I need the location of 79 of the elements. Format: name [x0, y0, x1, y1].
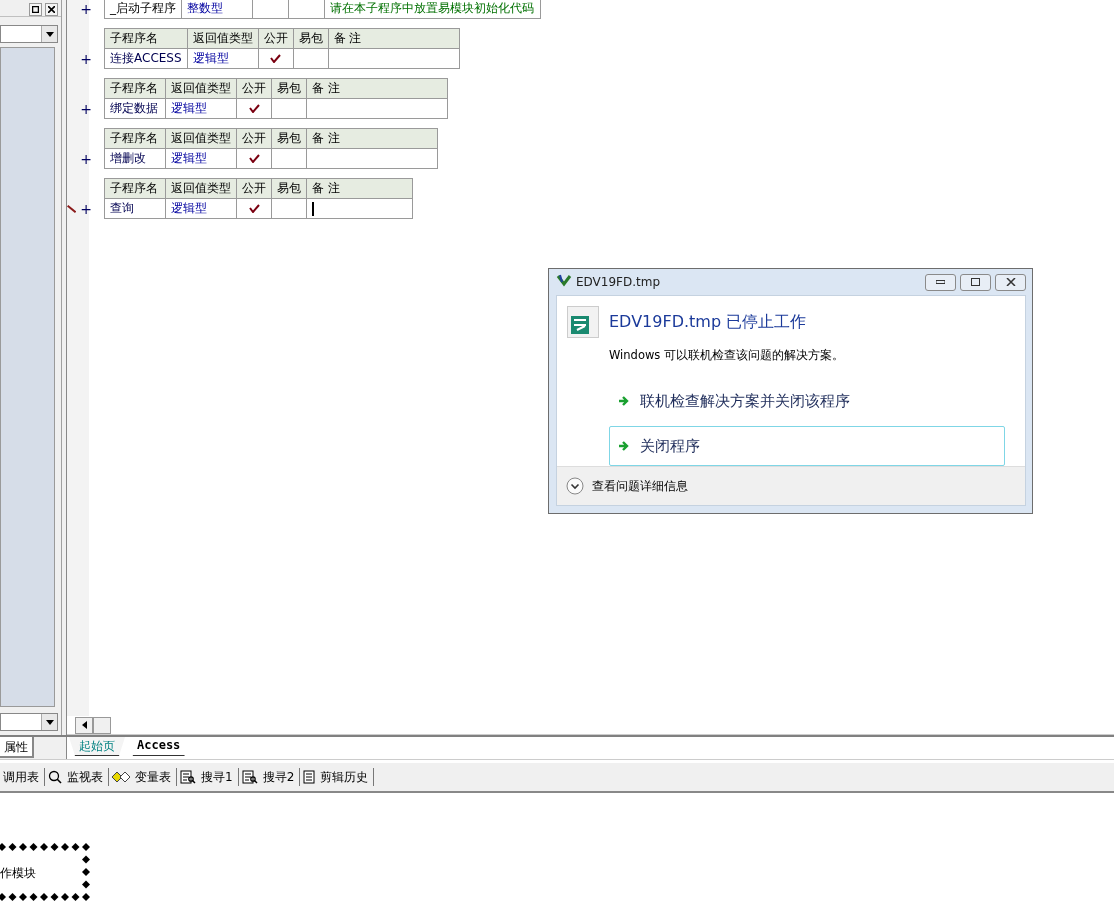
column-header: 易包	[293, 28, 329, 49]
close-button[interactable]	[995, 273, 1026, 291]
check-icon	[248, 203, 260, 213]
toolbar-tab[interactable]: 剪辑历史	[300, 768, 375, 786]
arrow-icon	[618, 395, 630, 407]
column-header: 返回值类型	[165, 128, 237, 149]
column-header: 备 注	[306, 178, 413, 199]
column-header: 公开	[236, 128, 272, 149]
close-icon	[1005, 278, 1016, 286]
search-icon	[48, 770, 62, 784]
check-icon	[248, 103, 260, 113]
table-cell: 增删改	[104, 148, 166, 169]
document-icon	[303, 770, 316, 784]
left-arrow-icon	[81, 721, 87, 729]
text-cursor	[312, 201, 314, 216]
dropdown-arrow-icon	[45, 719, 54, 725]
dialog-message: Windows 可以联机检查该问题的解决方案。	[609, 348, 845, 363]
minimize-icon	[936, 280, 945, 284]
maximize-icon	[32, 5, 39, 13]
toolbar-tab[interactable]: 变量表	[109, 768, 177, 786]
table-cell: 整数型	[181, 0, 253, 19]
column-header: 备 注	[328, 28, 460, 49]
command-link[interactable]: 联机检查解决方案并关闭该程序	[609, 381, 1005, 421]
table-cell: 查询	[104, 198, 166, 219]
window-title: EDV19FD.tmp	[576, 275, 662, 289]
column-header: 备 注	[306, 78, 448, 99]
table-cell: _启动子程序	[104, 0, 182, 19]
command-link[interactable]: 关闭程序	[609, 426, 1005, 466]
expand-toggle[interactable]: +	[80, 51, 92, 67]
toolbar-tab[interactable]: 搜寻2	[238, 768, 301, 786]
column-header: 子程序名	[104, 78, 166, 99]
expand-toggle[interactable]: +	[80, 1, 92, 17]
close-icon	[48, 5, 55, 13]
expand-toggle[interactable]: +	[80, 201, 92, 217]
expand-toggle[interactable]: +	[80, 151, 92, 167]
maximize-button[interactable]	[29, 2, 42, 16]
toolbar-tab[interactable]: 搜寻1	[177, 768, 239, 786]
table-cell: 请在本子程序中放置易模块初始化代码	[324, 0, 541, 19]
column-header: 子程序名	[104, 128, 166, 149]
column-header: 公开	[236, 178, 272, 199]
properties-tab[interactable]: 属性	[0, 737, 34, 758]
module-label: 作模块	[0, 864, 37, 882]
toolbar-tab[interactable]: 监视表	[45, 768, 109, 786]
expand-icon[interactable]	[566, 477, 584, 495]
document-tab[interactable]: 起始页	[69, 737, 125, 756]
column-header: 返回值类型	[165, 178, 237, 199]
dropdown-arrow-icon	[45, 31, 54, 37]
scroll-thumb[interactable]	[93, 716, 111, 734]
column-header: 易包	[271, 78, 307, 99]
check-icon	[270, 53, 282, 63]
details-link[interactable]: 查看问题详细信息	[592, 477, 688, 495]
close-button[interactable]	[45, 2, 58, 16]
minimize-button[interactable]	[925, 273, 956, 291]
column-header: 子程序名	[104, 178, 166, 199]
maximize-button[interactable]	[960, 273, 991, 291]
app-logo-icon	[567, 306, 599, 338]
toolbar-tab[interactable]: 调用表	[0, 768, 45, 786]
dropdown[interactable]	[0, 713, 58, 731]
table-cell: 连接ACCESS	[104, 48, 188, 69]
pencil-icon	[67, 203, 77, 215]
table-cell: 绑定数据	[104, 98, 166, 119]
diamonds-icon	[112, 771, 130, 783]
column-header: 易包	[271, 128, 307, 149]
column-header: 返回值类型	[187, 28, 259, 49]
dialog-heading: EDV19FD.tmp 已停止工作	[609, 311, 807, 333]
scroll-left-button[interactable]	[75, 716, 93, 734]
restore-icon	[971, 278, 980, 286]
arrow-icon	[618, 440, 630, 452]
find-document-icon	[180, 770, 196, 784]
column-header: 备 注	[306, 128, 438, 149]
dropdown[interactable]	[0, 25, 58, 43]
find-document-icon	[241, 770, 258, 784]
column-header: 子程序名	[104, 28, 188, 49]
column-header: 易包	[271, 178, 307, 199]
expand-toggle[interactable]: +	[80, 101, 92, 117]
column-header: 公开	[236, 78, 272, 99]
column-header: 公开	[258, 28, 294, 49]
check-icon	[248, 153, 260, 163]
column-header: 返回值类型	[165, 78, 237, 99]
